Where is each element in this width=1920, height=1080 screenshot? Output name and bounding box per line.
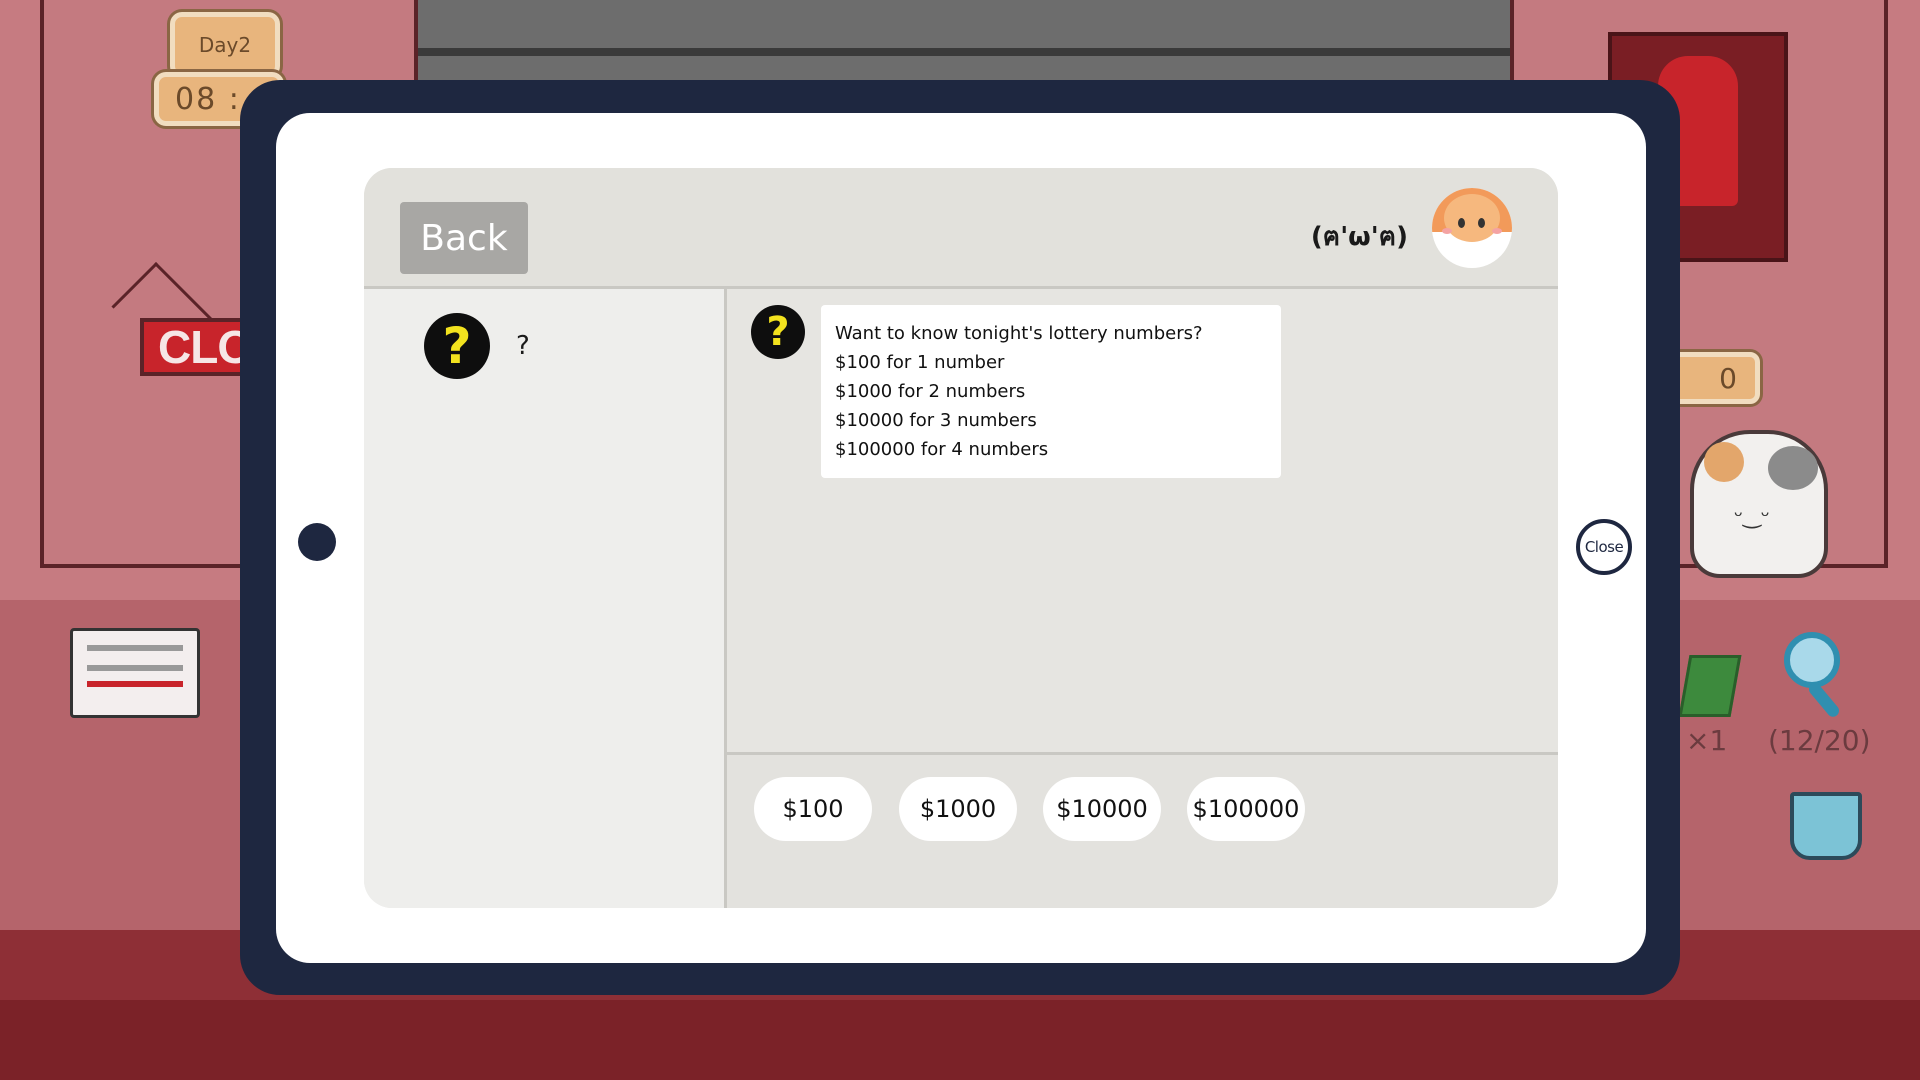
- message-line: $100 for 1 number: [835, 352, 1005, 373]
- sidebar-contact-item[interactable]: ? ?: [424, 311, 530, 381]
- close-button[interactable]: Close: [1576, 519, 1632, 575]
- message-line: Want to know tonight's lottery numbers?: [835, 323, 1203, 344]
- contacts-sidebar: ? ?: [364, 289, 727, 908]
- lottery-ticket-stack-icon[interactable]: [70, 628, 200, 718]
- sidebar-contact-name: ?: [516, 331, 530, 361]
- cat-npc: ᵕ‿ᵕ: [1690, 430, 1828, 578]
- circuit-board-item-icon[interactable]: [1678, 655, 1742, 717]
- message-line: $10000 for 3 numbers: [835, 410, 1037, 431]
- reply-option-100000[interactable]: $100000: [1187, 777, 1305, 841]
- reply-option-1000[interactable]: $1000: [899, 777, 1017, 841]
- back-button[interactable]: Back: [400, 202, 528, 274]
- item-count: ×1: [1686, 724, 1728, 757]
- message-bubble: Want to know tonight's lottery numbers? …: [821, 305, 1281, 478]
- reply-option-10000[interactable]: $10000: [1043, 777, 1161, 841]
- tablet-camera-dot: [298, 523, 336, 561]
- reply-options-bar: $100 $1000 $10000 $100000: [727, 752, 1558, 908]
- contact-name: (ฅ'ω'ฅ): [1310, 222, 1408, 252]
- question-mark-avatar-icon: ?: [424, 313, 490, 379]
- message-area: ? Want to know tonight's lottery numbers…: [727, 289, 1558, 751]
- day-badge: Day2: [170, 12, 280, 78]
- scraper-tool-icon[interactable]: [1790, 792, 1862, 860]
- floor: [0, 1000, 1920, 1080]
- message-line: $100000 for 4 numbers: [835, 439, 1049, 460]
- shutter: [410, 0, 1510, 80]
- shutter-rail: [410, 48, 1510, 56]
- sender-avatar-icon: ?: [751, 305, 805, 359]
- hamster-avatar-icon: [1432, 188, 1512, 268]
- magnifier-icon[interactable]: [1784, 632, 1840, 688]
- chat-app: Back (ฅ'ω'ฅ) ? ? ? Want to know tonight'…: [364, 168, 1558, 908]
- chat-header: Back (ฅ'ω'ฅ): [364, 168, 1558, 289]
- message-line: $1000 for 2 numbers: [835, 381, 1026, 402]
- inspect-progress: (12/20): [1768, 724, 1871, 757]
- reply-option-100[interactable]: $100: [754, 777, 872, 841]
